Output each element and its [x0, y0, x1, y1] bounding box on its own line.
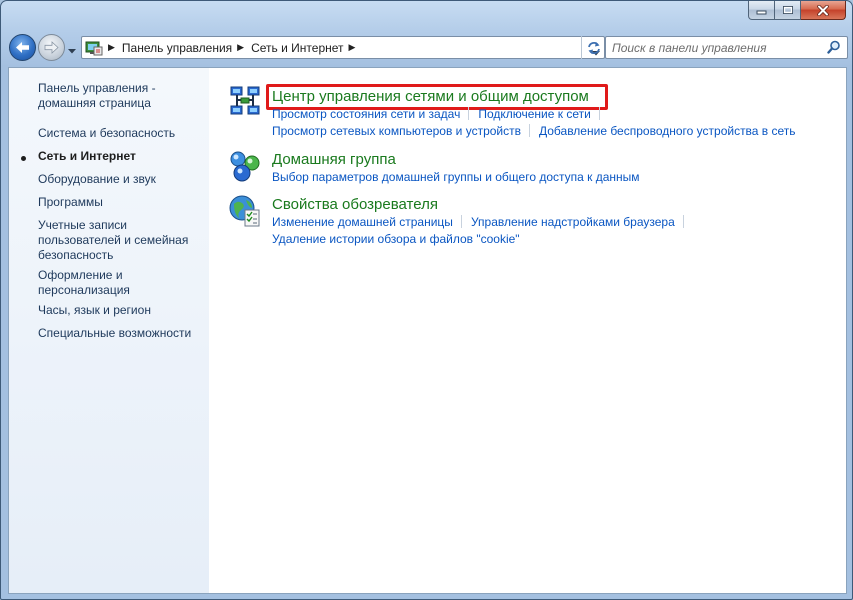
- link-homegroup-settings[interactable]: Выбор параметров домашней группы и общег…: [272, 170, 640, 184]
- sidebar-item-programs[interactable]: Программы: [38, 195, 203, 210]
- internet-options-icon: [229, 195, 260, 227]
- back-button[interactable]: [9, 34, 36, 61]
- forward-button[interactable]: [38, 34, 65, 61]
- control-panel-window: ▶ Панель управления ▶ Сеть и Интернет ▶: [0, 0, 853, 600]
- link-add-wireless-device[interactable]: Добавление беспроводного устройства в се…: [539, 124, 796, 138]
- homegroup-icon: [230, 151, 260, 182]
- search-input[interactable]: [612, 38, 822, 57]
- arrow-left-icon: [16, 42, 29, 53]
- section-title-internet-options[interactable]: Свойства обозревателя: [272, 196, 438, 213]
- recent-pages-dropdown[interactable]: [68, 43, 76, 57]
- control-panel-icon: [85, 41, 103, 55]
- chevron-down-icon: [68, 49, 76, 54]
- link-divider: [529, 124, 530, 137]
- navigation-bar: ▶ Панель управления ▶ Сеть и Интернет ▶: [9, 33, 848, 61]
- close-icon: [817, 4, 829, 16]
- link-divider: [460, 215, 462, 228]
- close-button[interactable]: [801, 1, 846, 20]
- breadcrumb-network-internet[interactable]: Сеть и Интернет: [251, 41, 343, 55]
- breadcrumb-separator-icon[interactable]: ▶: [237, 42, 244, 53]
- sidebar-item-system-security[interactable]: Система и безопасность: [38, 126, 203, 141]
- main-pane: Центр управления сетями и общим доступом…: [209, 68, 846, 593]
- arrow-right-icon: [44, 41, 59, 54]
- section-links-homegroup: Выбор параметров домашней группы и общег…: [272, 169, 640, 186]
- content-area: Панель управления - домашняя страница Си…: [8, 67, 847, 594]
- breadcrumb-control-panel[interactable]: Панель управления: [122, 41, 232, 55]
- link-divider: [468, 107, 470, 120]
- sidebar-item-user-accounts[interactable]: Учетные записи пользователей и семейная …: [38, 218, 203, 263]
- section-links-internet-options: Изменение домашней страницы Управление на…: [272, 214, 693, 248]
- address-bar[interactable]: ▶ Панель управления ▶ Сеть и Интернет ▶: [81, 36, 605, 59]
- sidebar-item-accessibility[interactable]: Специальные возможности: [38, 326, 203, 341]
- network-center-icon: [230, 86, 260, 115]
- refresh-icon: [587, 41, 600, 54]
- sidebar-item-appearance[interactable]: Оформление и персонализация: [38, 268, 203, 298]
- minimize-button[interactable]: [748, 1, 775, 20]
- sidebar-item-clock-language[interactable]: Часы, язык и регион: [38, 303, 203, 318]
- maximize-icon: [782, 6, 793, 14]
- link-divider: [598, 107, 600, 120]
- section-title-homegroup[interactable]: Домашняя группа: [272, 151, 396, 168]
- link-divider: [682, 215, 684, 228]
- sidebar-item-control-panel-home[interactable]: Панель управления - домашняя страница: [38, 81, 203, 111]
- link-delete-history-cookies[interactable]: Удаление истории обзора и файлов "cookie…: [272, 232, 520, 246]
- section-links-network-center: Просмотр состояния сети и задач Подключен…: [272, 106, 796, 140]
- link-manage-addons[interactable]: Управление надстройками браузера: [471, 215, 675, 229]
- left-navigation-pane: Панель управления - домашняя страница Си…: [9, 68, 209, 593]
- link-view-network-status[interactable]: Просмотр состояния сети и задач: [272, 107, 460, 121]
- search-icon[interactable]: [827, 40, 841, 55]
- refresh-button[interactable]: [581, 36, 605, 59]
- breadcrumb-separator-icon[interactable]: ▶: [349, 42, 356, 53]
- caption-buttons: [748, 1, 846, 20]
- current-item-bullet: [21, 156, 26, 161]
- link-change-home-page[interactable]: Изменение домашней страницы: [272, 215, 453, 229]
- sidebar-item-hardware-sound[interactable]: Оборудование и звук: [38, 172, 203, 187]
- breadcrumb-separator-icon[interactable]: ▶: [108, 42, 115, 53]
- maximize-button[interactable]: [775, 1, 801, 20]
- link-view-network-computers[interactable]: Просмотр сетевых компьютеров и устройств: [272, 124, 521, 138]
- minimize-icon: [756, 10, 767, 14]
- search-box: [605, 36, 848, 59]
- link-connect-to-network[interactable]: Подключение к сети: [478, 107, 590, 121]
- sidebar-item-network-internet[interactable]: Сеть и Интернет: [38, 149, 203, 164]
